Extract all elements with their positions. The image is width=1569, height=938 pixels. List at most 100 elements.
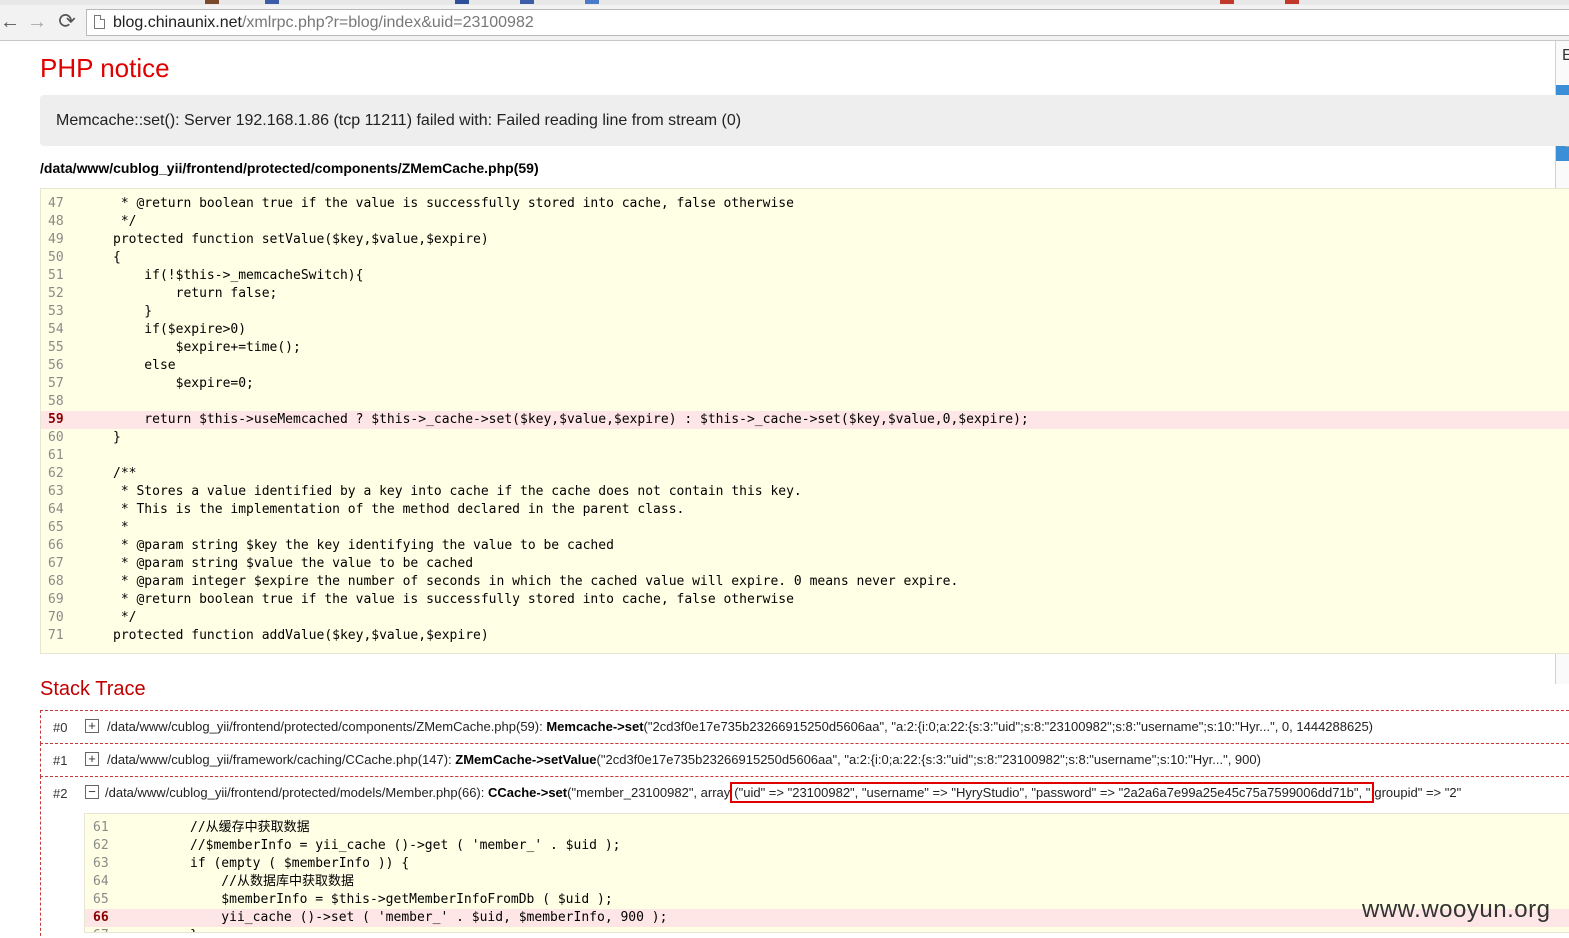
line-number: 61 xyxy=(48,448,64,463)
code-line: 53 } xyxy=(41,303,1569,321)
code-text: $expire=0; xyxy=(113,376,254,391)
expand-toggle-icon[interactable]: + xyxy=(85,752,99,766)
code-text: protected function setValue($key,$value,… xyxy=(113,232,489,247)
code-line: 71 protected function addValue($key,$valu… xyxy=(41,627,1569,645)
line-number: 58 xyxy=(48,394,64,409)
url-host: blog.chinaunix.net xyxy=(113,14,242,31)
trace-arrow: -> xyxy=(536,785,549,800)
code-line: 65 * xyxy=(41,519,1569,537)
source-code-box: 47 * @return boolean true if the value i… xyxy=(40,188,1569,654)
line-number: 68 xyxy=(48,574,64,589)
code-line: 64 //从数据库中获取数据 xyxy=(85,873,1569,891)
trace-frame-1[interactable]: #1 + /data/www/cublog_yii/framework/cach… xyxy=(40,743,1569,777)
code-line: 69 * @return boolean true if the value i… xyxy=(41,591,1569,609)
error-code-line: 66 yii_cache ()->set ( 'member_' . $uid,… xyxy=(85,909,1569,927)
trace-path: /data/www/cublog_yii/frontend/protected/… xyxy=(105,785,488,800)
trace-args-prefix: ("member_23100982", array xyxy=(567,785,731,800)
code-text: } xyxy=(113,430,121,445)
page-icon xyxy=(94,15,105,29)
line-number: 62 xyxy=(93,838,109,853)
code-line: 63 * Stores a value identified by a key … xyxy=(41,483,1569,501)
line-number: 63 xyxy=(93,856,109,871)
line-number: 70 xyxy=(48,610,64,625)
code-text: //从数据库中获取数据 xyxy=(190,874,354,889)
code-line: 54 if($expire>0) xyxy=(41,321,1569,339)
trace-class: Memcache xyxy=(546,719,613,734)
address-bar[interactable]: blog.chinaunix.net/xmlrpc.php?r=blog/ind… xyxy=(86,9,1569,36)
code-text: $expire+=time(); xyxy=(113,340,301,355)
code-text: //从缓存中获取数据 xyxy=(190,820,310,835)
code-text: */ xyxy=(113,610,137,625)
line-number: 50 xyxy=(48,250,64,265)
code-line: 57 $expire=0; xyxy=(41,375,1569,393)
error-message: Memcache::set(): Server 192.168.1.86 (tc… xyxy=(40,95,1569,146)
code-line: 55 $expire+=time(); xyxy=(41,339,1569,357)
trace-path: /data/www/cublog_yii/frontend/protected/… xyxy=(107,719,547,734)
trace-arrow: -> xyxy=(612,719,625,734)
line-number: 51 xyxy=(48,268,64,283)
trace-index: #1 xyxy=(53,753,68,768)
watermark: www.wooyun.org xyxy=(1362,896,1551,923)
code-line: 49 protected function setValue($key,$valu… xyxy=(41,231,1569,249)
code-line: 61 xyxy=(41,447,1569,465)
code-line: 52 return false; xyxy=(41,285,1569,303)
code-text: return $this->useMemcached ? $this->_cac… xyxy=(113,412,1029,427)
code-text: /** xyxy=(113,466,137,481)
line-number: 59 xyxy=(48,412,64,427)
trace-frame-0[interactable]: #0 + /data/www/cublog_yii/frontend/prote… xyxy=(40,710,1569,744)
expand-toggle-icon[interactable]: + xyxy=(85,719,99,733)
trace-args: ("2cd3f0e17e735b23266915250d5606aa", "a:… xyxy=(643,719,1374,734)
trace-source-code-lines: 61 //从缓存中获取数据 62 //$memberInfo = yii_cache … xyxy=(85,819,1569,932)
trace-index: #0 xyxy=(53,720,68,735)
line-number: 64 xyxy=(93,874,109,889)
reload-icon[interactable]: ⟳ xyxy=(54,8,80,36)
code-line: 58 xyxy=(41,393,1569,411)
line-number: 47 xyxy=(48,196,64,211)
code-line: 63 if (empty ( $memberInfo )) { xyxy=(85,855,1569,873)
line-number: 65 xyxy=(93,892,109,907)
code-text: $memberInfo = $this->getMemberInfoFromDb… xyxy=(190,892,613,907)
forward-arrow-icon[interactable]: → xyxy=(24,8,50,36)
code-text: * @param string $key the key identifying… xyxy=(113,538,614,553)
side-panel-letter: E xyxy=(1562,47,1569,64)
code-line: 66 * @param string $key the key identify… xyxy=(41,537,1569,555)
line-number: 49 xyxy=(48,232,64,247)
trace-class: CCache xyxy=(487,785,537,800)
trace-method: set xyxy=(548,785,568,800)
code-line: 65 $memberInfo = $this->getMemberInfoFro… xyxy=(85,891,1569,909)
browser-toolbar: ← → ⟳ blog.chinaunix.net/xmlrpc.php?r=bl… xyxy=(0,5,1569,41)
code-line: 48 */ xyxy=(41,213,1569,231)
code-text: * @param integer $expire the number of s… xyxy=(113,574,959,589)
code-text: { xyxy=(113,250,121,265)
line-number: 62 xyxy=(48,466,64,481)
code-line: 61 //从缓存中获取数据 xyxy=(85,819,1569,837)
line-number: 66 xyxy=(93,910,109,925)
code-text: if($expire>0) xyxy=(113,322,247,337)
line-number: 57 xyxy=(48,376,64,391)
highlighted-credentials: ("uid" => "23100982", "username" => "Hyr… xyxy=(730,782,1375,803)
code-text: * This is the implementation of the meth… xyxy=(113,502,685,517)
collapse-toggle-icon[interactable]: − xyxy=(85,785,99,799)
trace-signature: /data/www/cublog_yii/framework/caching/C… xyxy=(107,752,1261,767)
trace-method: set xyxy=(624,719,644,734)
code-line: 64 * This is the implementation of the m… xyxy=(41,501,1569,519)
line-number: 66 xyxy=(48,538,64,553)
code-text: * xyxy=(113,520,129,535)
code-line: 47 * @return boolean true if the value i… xyxy=(41,195,1569,213)
line-number: 52 xyxy=(48,286,64,301)
line-number: 61 xyxy=(93,820,109,835)
trace-frame-2[interactable]: #2 − /data/www/cublog_yii/frontend/prote… xyxy=(40,776,1569,938)
code-line: 62 //$memberInfo = yii_cache ()->get ( 'm… xyxy=(85,837,1569,855)
code-line: 70 */ xyxy=(41,609,1569,627)
trace-method: setValue xyxy=(543,752,597,767)
code-line: 67 * @param string $value the value to b… xyxy=(41,555,1569,573)
error-file-path: /data/www/cublog_yii/frontend/protected/… xyxy=(40,160,539,176)
code-text: } xyxy=(190,927,198,932)
code-line: 67} xyxy=(85,927,1569,932)
line-number: 48 xyxy=(48,214,64,229)
trace-signature: /data/www/cublog_yii/frontend/protected/… xyxy=(107,719,1373,734)
code-text: yii_cache ()->set ( 'member_' . $uid, $m… xyxy=(190,910,668,925)
code-text: */ xyxy=(113,214,137,229)
line-number: 71 xyxy=(48,628,64,643)
back-arrow-icon[interactable]: ← xyxy=(0,8,23,36)
